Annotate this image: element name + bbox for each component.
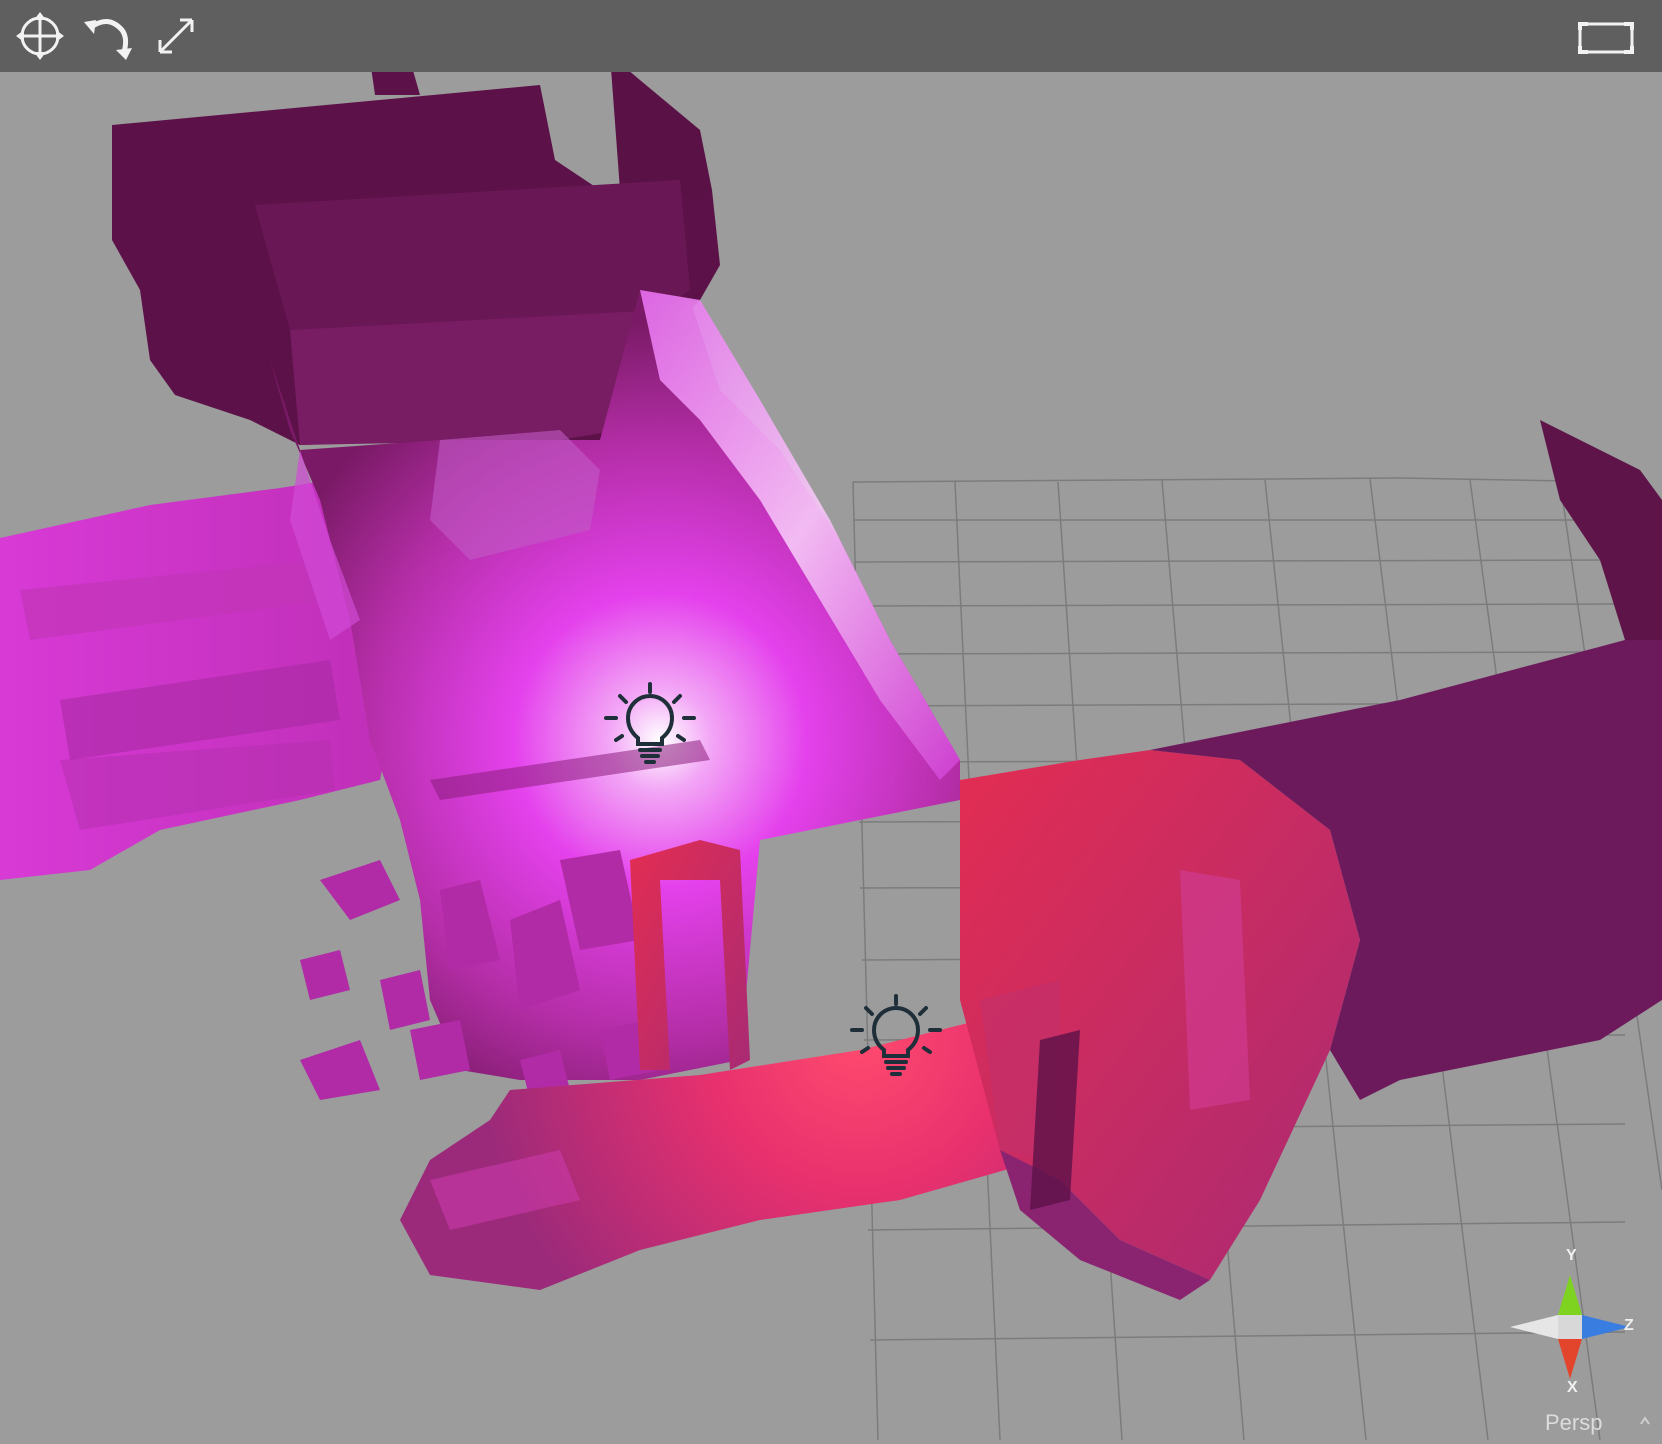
projection-mode-label[interactable]: Persp: [1545, 1410, 1602, 1436]
point-light-2[interactable]: [848, 990, 944, 1086]
y-axis-label: Y: [1566, 1247, 1577, 1264]
maximize-view-button[interactable]: [1570, 8, 1640, 64]
neg-z-axis-cone: [1510, 1315, 1558, 1339]
x-axis-cone: [1558, 1339, 1582, 1379]
move-tool-button[interactable]: [12, 8, 68, 64]
orientation-gizmo[interactable]: Y X Z: [1510, 1247, 1640, 1405]
diagonal-expand-icon: [158, 18, 194, 54]
scene-toolbar: [0, 0, 1662, 72]
y-axis-cone: [1558, 1275, 1582, 1315]
z-axis-label: Z: [1624, 1317, 1634, 1334]
maximize-frame-icon: [1578, 22, 1634, 54]
rotate-tool-button[interactable]: [80, 8, 136, 64]
scale-tool-button[interactable]: [148, 8, 204, 64]
z-axis-cone: [1582, 1315, 1630, 1339]
lightbulb-icon: [604, 682, 696, 764]
x-axis-label: X: [1567, 1379, 1578, 1396]
scene-canvas[interactable]: [0, 0, 1662, 1444]
rotate-arrow-icon: [84, 19, 132, 60]
point-light-1[interactable]: [602, 678, 698, 774]
corner-resize-icon[interactable]: [1635, 1412, 1655, 1432]
scene-viewport[interactable]: Y X Z Persp: [0, 0, 1662, 1444]
lightbulb-icon: [850, 994, 942, 1076]
move-arrows-icon: [16, 12, 64, 60]
